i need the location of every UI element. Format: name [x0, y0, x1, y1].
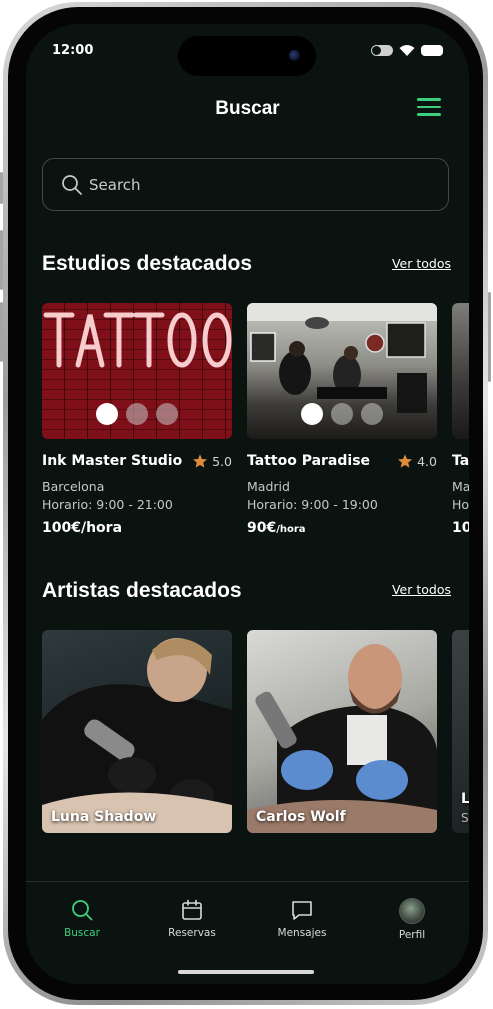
artist-photo [42, 638, 232, 833]
studio-price: 100€/hora [42, 520, 123, 536]
studio-price: 90€/hora [247, 520, 437, 536]
pager-dot[interactable] [126, 403, 148, 425]
avatar-icon [399, 898, 425, 924]
calendar-icon [182, 899, 202, 920]
artist-card[interactable]: L S [452, 630, 469, 833]
dynamic-island [178, 36, 316, 76]
artist-card[interactable]: Luna Shadow [42, 630, 232, 833]
studio-name: Ta [452, 453, 469, 469]
artist-subtitle: S [461, 811, 469, 825]
artist-name: Luna Shadow [51, 809, 157, 825]
tab-label: Perfil [398, 929, 426, 941]
side-button [0, 230, 3, 290]
studio-city: Barcelona [42, 479, 105, 494]
search-placeholder: Search [89, 175, 141, 194]
artists-section-title: Artistas destacados [42, 579, 242, 602]
pager-dot[interactable] [96, 403, 118, 425]
page-title: Buscar [215, 98, 280, 119]
price-unit: /hora [276, 524, 306, 535]
studio-image [452, 303, 469, 439]
studios-section-title: Estudios destacados [42, 252, 253, 275]
search-input[interactable]: Search [42, 158, 449, 211]
camera-icon [289, 50, 300, 61]
signal-icon [371, 44, 393, 56]
studio-card[interactable]: Ta Ma Ho 100 [452, 303, 469, 536]
home-indicator [178, 970, 314, 974]
menu-icon [417, 105, 441, 108]
menu-icon [417, 113, 441, 116]
star-icon [193, 454, 208, 468]
artist-name: Carlos Wolf [256, 809, 346, 825]
tab-label: Buscar [64, 927, 100, 939]
side-button [0, 302, 3, 362]
studio-price: 100 [452, 520, 469, 536]
studio-card[interactable]: Ink Master Studio 5.0 Barcelona Horario:… [42, 303, 232, 536]
bottom-tab-bar: Buscar Reservas Mensajes Perfil [26, 881, 469, 984]
menu-button[interactable] [417, 98, 441, 118]
chat-icon [292, 901, 312, 920]
rating-value: 5.0 [212, 453, 232, 469]
artist-card[interactable]: Carlos Wolf [247, 630, 437, 833]
search-icon [62, 174, 82, 195]
price-amount: 90€ [247, 520, 277, 536]
tab-label: Mensajes [277, 927, 327, 939]
tab-buscar[interactable]: Buscar [37, 898, 127, 939]
studios-see-all-link[interactable]: Ver todos [392, 256, 451, 271]
pager-dot[interactable] [361, 403, 383, 425]
search-icon [72, 900, 93, 921]
studio-card[interactable]: Tattoo Paradise 4.0 Madrid Horario: 9:00… [247, 303, 437, 536]
studio-rating: 5.0 [192, 453, 232, 469]
star-icon [398, 454, 413, 468]
battery-icon [421, 44, 443, 56]
app-screen: 12:00 Buscar Search Estudios destacados … [26, 24, 469, 984]
studio-rating: 4.0 [397, 453, 437, 469]
artists-see-all-link[interactable]: Ver todos [392, 582, 451, 597]
image-pager[interactable] [247, 403, 437, 425]
pager-dot[interactable] [331, 403, 353, 425]
artist-name: L [461, 791, 469, 807]
status-time: 12:00 [52, 43, 94, 58]
side-button [488, 292, 491, 382]
studio-city: Madrid [247, 479, 290, 494]
tab-perfil[interactable]: Perfil [367, 898, 457, 941]
image-pager[interactable] [42, 403, 232, 425]
status-icons [371, 44, 443, 56]
studio-hours: Ho [452, 497, 469, 512]
studio-hours: Horario: 9:00 - 21:00 [42, 497, 173, 512]
pager-dot[interactable] [301, 403, 323, 425]
tab-mensajes[interactable]: Mensajes [257, 898, 347, 939]
side-button [0, 172, 3, 204]
artist-photo [247, 644, 437, 833]
tab-reservas[interactable]: Reservas [147, 898, 237, 939]
pager-dot[interactable] [156, 403, 178, 425]
wifi-icon [399, 45, 415, 56]
rating-value: 4.0 [417, 453, 437, 469]
tab-label: Reservas [168, 927, 216, 939]
studio-hours: Horario: 9:00 - 19:00 [247, 497, 378, 512]
studio-image [42, 303, 232, 439]
studio-city: Ma [452, 479, 469, 494]
menu-icon [417, 98, 441, 101]
studio-image [247, 303, 437, 439]
